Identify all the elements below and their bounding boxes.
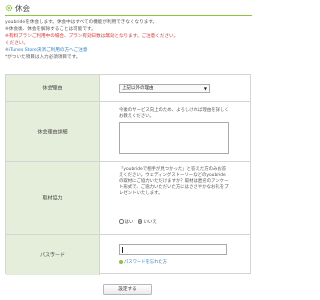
- confirm-button[interactable]: 設定する: [103, 284, 152, 295]
- cooperation-label: 取材協力: [42, 195, 63, 202]
- cooperation-row: 取材協力 「youbrideで相手が見つかった」と答えた方のみお答えください。ウ…: [6, 162, 250, 235]
- detail-label: 休会理由詳細: [37, 129, 68, 135]
- itunes-notice-link[interactable]: ※iTunes Store決済ご利用の方へご注意: [5, 47, 252, 54]
- reason-select-value: 上記以外の理由: [122, 86, 154, 91]
- notice-line: ※休会後、休会を解除することは可能です。: [5, 27, 96, 32]
- page-header: 休会: [5, 3, 252, 16]
- text-cursor: [122, 247, 123, 253]
- radio-no[interactable]: いいえ: [137, 219, 157, 225]
- detail-description: 今後のサービス向上のため、よろしければ理由を詳しくお教えください。: [119, 108, 229, 119]
- required-mark: *: [51, 85, 54, 91]
- reason-select[interactable]: 上記以外の理由 ▼: [119, 84, 210, 93]
- radio-yes[interactable]: はい: [119, 219, 134, 225]
- detail-textarea[interactable]: [119, 122, 229, 154]
- password-row: パスワード * パスワードを忘れた方: [6, 235, 250, 275]
- reason-label-cell: 休会理由 *: [6, 75, 100, 101]
- cooperation-description: 「youbrideで相手が見つかった」と答えた方のみお答えください。ウェディング…: [119, 167, 229, 196]
- notice-warning: ※有料プランご利用中の場合、プラン有効日数は無効となります。ご注意ください。: [5, 34, 179, 39]
- notice-line: youbrideを休会します。休会中はすべての機能が利用できなくなります。: [5, 20, 158, 25]
- password-input[interactable]: [119, 244, 227, 255]
- suspend-form: 休会理由 * 上記以外の理由 ▼ 休会理由詳細 今後のサービス向上のため、よろしけ…: [5, 74, 251, 275]
- page-title: 休会: [15, 4, 30, 13]
- radio-no-circle[interactable]: [137, 219, 143, 224]
- required-mark: *: [51, 252, 54, 258]
- forgot-password-link[interactable]: パスワードを忘れた方: [119, 259, 167, 265]
- cooperation-radio-group: はい いいえ: [119, 219, 157, 225]
- password-label-cell: パスワード *: [6, 235, 100, 275]
- cooperation-label-cell: 取材協力: [6, 162, 100, 234]
- notice-warning-cont: ください。: [5, 41, 28, 46]
- gear-icon: [5, 4, 13, 12]
- notice-block: youbrideを休会します。休会中はすべての機能が利用できなくなります。 ※休…: [5, 19, 252, 61]
- radio-yes-circle[interactable]: [119, 219, 124, 224]
- detail-label-cell: 休会理由詳細: [6, 102, 100, 161]
- arrow-bullet-icon: [119, 259, 123, 264]
- dropdown-arrow-icon: ▼: [203, 86, 207, 91]
- required-note: *がついた項目は入力必須項目です。: [5, 55, 81, 60]
- reason-row: 休会理由 * 上記以外の理由 ▼: [6, 75, 250, 102]
- detail-row: 休会理由詳細 今後のサービス向上のため、よろしければ理由を詳しくお教えください。: [6, 102, 250, 162]
